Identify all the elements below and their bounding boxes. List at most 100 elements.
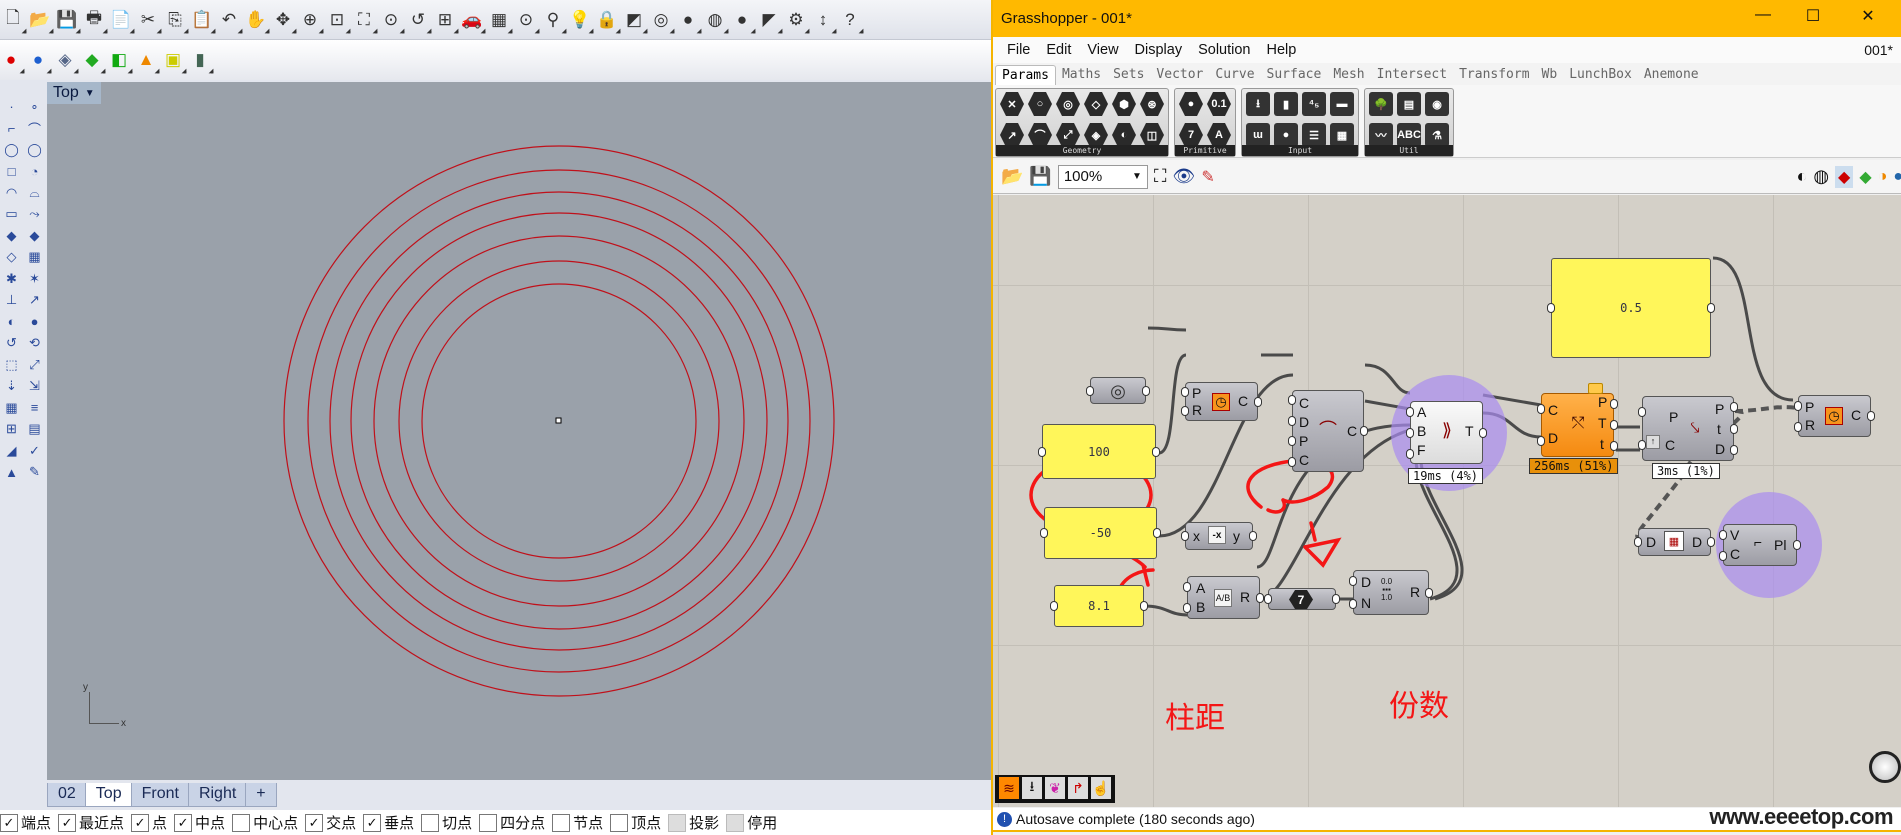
port-in[interactable] (1183, 581, 1191, 592)
viewport-tab-top[interactable]: Top (84, 783, 133, 807)
port-in[interactable] (1288, 456, 1296, 467)
osnap-checkbox[interactable]: ✓ (363, 813, 382, 832)
blue-sphere-icon[interactable]: ● (27, 48, 49, 72)
help-icon[interactable]: ? (839, 8, 861, 32)
ribbon-component-icon[interactable]: ◎ (1056, 92, 1080, 116)
port-out[interactable] (1142, 385, 1150, 396)
left-tool-icon[interactable]: ⇣ (0, 376, 23, 398)
menu-help[interactable]: Help (1267, 42, 1297, 58)
preview-wireframe-icon[interactable]: ◐ (1796, 166, 1807, 187)
open-file-icon[interactable]: 📂 (1001, 166, 1023, 187)
left-tool-icon[interactable]: ◆ (0, 225, 23, 247)
ribbon-component-icon[interactable]: ● (1179, 92, 1203, 116)
port-out[interactable] (1360, 426, 1368, 436)
ribbon-component-icon[interactable]: 〰 (1369, 123, 1393, 147)
ribbon-component-icon[interactable]: ɯ (1246, 123, 1270, 147)
menu-edit[interactable]: Edit (1046, 42, 1071, 58)
panel-100[interactable]: 100 (1038, 424, 1160, 479)
ribbon-component-icon[interactable]: ⬢ (1112, 92, 1136, 116)
divide-curve-component[interactable]: C D ⤲ P T t (1537, 393, 1618, 457)
left-tool-icon[interactable]: ⟲ (23, 333, 46, 355)
tab-wb[interactable]: Wb (1536, 65, 1564, 85)
viewport-tab-02[interactable]: 02 (47, 783, 87, 807)
zoom-extents-icon[interactable]: ⛶ (1154, 166, 1167, 187)
left-tool-icon[interactable]: □ (0, 161, 23, 183)
port-in[interactable] (1288, 415, 1296, 426)
lock-icon[interactable]: 🔒 (596, 8, 618, 32)
port-out[interactable] (1479, 427, 1487, 438)
undo-view-icon[interactable]: ↺ (407, 8, 429, 32)
left-tool-icon[interactable]: ⇲ (23, 376, 46, 398)
tab-sets[interactable]: Sets (1107, 65, 1150, 85)
osnap-8[interactable]: 四分点 (479, 812, 545, 833)
osnap-11[interactable]: 投影 (668, 812, 719, 833)
panel-0.5[interactable]: 0.5 (1547, 258, 1715, 358)
osnap-checkbox[interactable] (668, 813, 687, 832)
port-in[interactable] (1794, 400, 1802, 411)
arc-component[interactable]: C D P C ⌒ C (1288, 390, 1368, 472)
zoom-icon[interactable]: ⊕ (299, 8, 321, 32)
left-tool-icon[interactable]: ✱ (0, 268, 23, 290)
port-in[interactable] (1537, 436, 1545, 446)
left-tool-icon[interactable]: ▦ (23, 247, 46, 269)
osnap-5[interactable]: ✓ 交点 (305, 812, 356, 833)
osnap-10[interactable]: 顶点 (610, 812, 661, 833)
port-in[interactable] (1050, 601, 1058, 611)
color-wheel-icon[interactable]: ◎ (650, 8, 672, 32)
left-tool-icon[interactable]: ◐ (0, 311, 23, 333)
left-tool-icon[interactable]: ∘ (23, 96, 46, 118)
osnap-9[interactable]: 节点 (552, 812, 603, 833)
ribbon-component-icon[interactable]: ◈ (1084, 123, 1108, 147)
osnap-0[interactable]: ✓ 端点 (0, 812, 51, 833)
port-in[interactable] (1406, 448, 1414, 459)
port-in[interactable] (1288, 436, 1296, 447)
port-in[interactable] (1547, 303, 1555, 313)
gh-canvas[interactable]: 0.5 100 -50 8.1 ◎ P R ◷ C C D P C ⌒ C A … (993, 195, 1901, 807)
ribbon-component-icon[interactable]: ▤ (1397, 92, 1421, 116)
left-tool-icon[interactable]: ⤢ (23, 354, 46, 376)
port-in[interactable] (1086, 385, 1094, 396)
left-tool-icon[interactable]: ✓ (23, 440, 46, 462)
cone-icon[interactable]: ▲ (135, 48, 157, 72)
preview-shaded-icon[interactable]: ◍ (1813, 166, 1829, 187)
properties-icon[interactable]: ⚲ (542, 8, 564, 32)
menu-display[interactable]: Display (1135, 42, 1183, 58)
osnap-icon[interactable]: ⊙ (515, 8, 537, 32)
gem-icon[interactable]: ◈ (54, 48, 76, 72)
left-tool-icon[interactable]: · (0, 96, 23, 118)
osnap-checkbox[interactable] (726, 813, 745, 832)
port-out[interactable] (1867, 411, 1875, 421)
left-tool-icon[interactable]: ◢ (0, 440, 23, 462)
settings-icon[interactable]: ⚙ (785, 8, 807, 32)
osnap-4[interactable]: 中心点 (232, 812, 298, 833)
tab-maths[interactable]: Maths (1056, 65, 1107, 85)
left-tool-icon[interactable]: ◔ (23, 161, 46, 183)
grid-icon[interactable]: ▦ (488, 8, 510, 32)
tab-lunchbox[interactable]: LunchBox (1563, 65, 1638, 85)
port-out[interactable] (1610, 441, 1618, 452)
left-tool-icon[interactable]: ✶ (23, 268, 46, 290)
left-tool-icon[interactable]: ≡ (23, 397, 46, 419)
port-out[interactable] (1140, 601, 1148, 611)
osnap-checkbox[interactable]: ✓ (305, 813, 324, 832)
ribbon-component-icon[interactable]: ▬ (1330, 92, 1354, 116)
box-icon[interactable]: ◧ (108, 48, 130, 72)
leaf-icon[interactable]: ❦ (1045, 777, 1065, 799)
osnap-12[interactable]: 停用 (726, 812, 777, 833)
left-tool-icon[interactable]: ▦ (0, 397, 23, 419)
zoom-window-icon[interactable]: ⊡ (326, 8, 348, 32)
tab-transform[interactable]: Transform (1453, 65, 1535, 85)
left-tool-icon[interactable]: ◯ (0, 139, 23, 161)
osnap-checkbox[interactable] (610, 813, 629, 832)
port-in[interactable] (1638, 439, 1646, 450)
port-in[interactable] (1719, 529, 1727, 540)
left-tool-icon[interactable]: ▲ (0, 462, 23, 484)
left-tool-icon[interactable]: ⌓ (23, 182, 46, 204)
curve-closest-point-component[interactable]: P ↑ C ⤥ P t D (1638, 396, 1738, 461)
center-point[interactable] (555, 417, 562, 424)
ribbon-component-icon[interactable]: ⚗ (1425, 123, 1449, 147)
osnap-checkbox[interactable] (232, 813, 251, 832)
port-in[interactable] (1349, 598, 1357, 609)
light-icon[interactable]: 💡 (569, 8, 591, 32)
minimize-button[interactable]: — (1743, 6, 1783, 24)
